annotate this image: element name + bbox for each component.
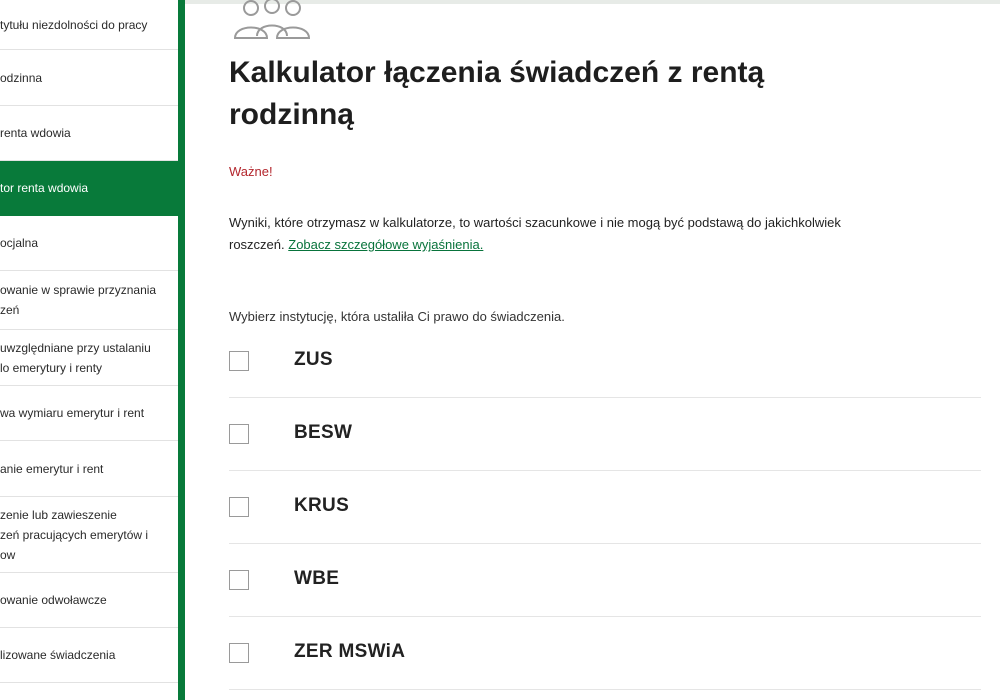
people-group-icon [233,0,311,39]
sidebar-item-pension-indexation[interactable]: anie emerytur i rent [0,441,178,497]
page-title: Kalkulator łączenia świadczeń z rentą ro… [229,56,765,131]
sidebar-item-label: ocjalna [0,236,39,250]
sidebar-item-widow-calculator[interactable]: tor renta wdowia [0,161,178,216]
details-link[interactable]: Zobacz szczegółowe wyjaśnienia. [288,237,483,252]
sidebar-item-widow-pension[interactable]: renta wdowia [0,106,178,161]
checkbox-zer-mswia[interactable] [229,643,249,663]
sidebar-item-label: lizowane świadczenia [0,648,116,662]
sidebar-item-label: odzinna [0,70,43,85]
sidebar-item-sickness-pension[interactable]: tytułu niezdolności do pracy [0,0,178,50]
institution-option-zer-mswia[interactable]: ZER MSWiA [229,617,981,690]
sidebar-item-label: tor renta wdowia [0,181,89,195]
sidebar-item-family-pension[interactable]: odzinna [0,50,178,106]
institution-option-zus[interactable]: ZUS [229,325,981,398]
sidebar-item-reduction-suspension[interactable]: zenie lub zawieszenie zeń pracujących em… [0,497,178,573]
checkbox-krus[interactable] [229,497,249,517]
institution-option-wbe[interactable]: WBE [229,544,981,617]
sidebar-item-realized-benefits[interactable]: lizowane świadczenia [0,628,178,683]
sidebar-item-more[interactable] [0,683,178,700]
sidebar-item-label: renta wdowia [0,126,71,140]
sidebar-item-label: owanie w sprawie przyznania zeń [0,283,157,317]
option-label: KRUS [294,495,350,516]
checkbox-zus[interactable] [229,351,249,371]
option-label: ZER MSWiA [294,641,406,662]
sidebar-item-periods-considered[interactable]: uwzględniane przy ustalaniu lo emerytury… [0,330,178,386]
option-label: WBE [294,568,340,589]
main-content: Kalkulator łączenia świadczeń z rentą ro… [185,0,1000,700]
sidebar-item-label: zenie lub zawieszenie zeń pracujących em… [0,507,149,562]
checkbox-wbe[interactable] [229,570,249,590]
sidebar-item-label: wa wymiaru emerytur i rent [0,406,145,420]
option-label: ZUS [294,349,333,370]
important-label: Ważne! [229,164,273,179]
sidebar-item-label: tytułu niezdolności do pracy [0,17,148,32]
sidebar-nav: tytułu niezdolności do pracy odzinna ren… [0,0,185,700]
sidebar-accent-stripe [178,0,185,700]
sidebar-item-social-pension[interactable]: ocjalna [0,216,178,271]
sidebar-item-proceedings-granting[interactable]: owanie w sprawie przyznania zeń [0,271,178,330]
institution-option-besw[interactable]: BESW [229,398,981,471]
sidebar-item-label: anie emerytur i rent [0,461,104,476]
sidebar-item-label: owanie odwoławcze [0,593,107,607]
disclaimer-text: Wyniki, które otrzymasz w kalkulatorze, … [229,212,869,256]
option-label: BESW [294,422,353,443]
sidebar-item-calculation-basis[interactable]: wa wymiaru emerytur i rent [0,386,178,441]
checkbox-besw[interactable] [229,424,249,444]
institution-option-krus[interactable]: KRUS [229,471,981,544]
sidebar-item-appeal-proceedings[interactable]: owanie odwoławcze [0,573,178,628]
institution-prompt: Wybierz instytucję, która ustaliła Ci pr… [229,309,565,324]
sidebar-item-label: uwzględniane przy ustalaniu lo emerytury… [0,340,151,375]
